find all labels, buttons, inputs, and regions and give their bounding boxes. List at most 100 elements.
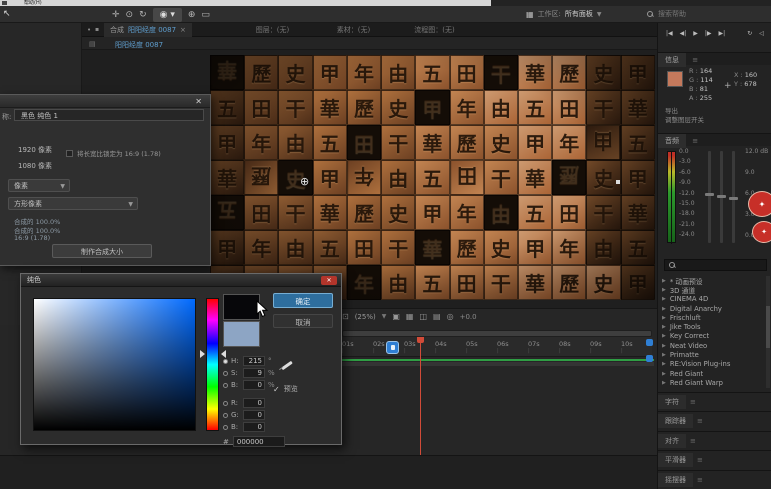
radio-icon[interactable]	[223, 383, 228, 388]
effects-category-8[interactable]: ▶Primatte	[662, 350, 768, 359]
audio-slider-knob[interactable]	[717, 195, 726, 198]
os-menu-item[interactable]: 帮助(H)	[24, 0, 42, 6]
panel-menu-icon[interactable]: ≡	[692, 56, 698, 64]
ok-button[interactable]: 确定	[273, 293, 333, 308]
effects-category-2[interactable]: ▶CINEMA 4D	[662, 295, 768, 304]
radio-icon[interactable]	[223, 401, 228, 406]
width-value[interactable]: 1920 像素	[18, 145, 52, 155]
loop-button[interactable]: ↻	[747, 30, 752, 37]
tab-other-1[interactable]: 素材：(无)	[313, 25, 394, 35]
effects-category-11[interactable]: ▶Red Giant Warp	[662, 378, 768, 387]
info-panel-header[interactable]: 信息 ≡	[658, 52, 771, 65]
green-field[interactable]: G: 0	[223, 410, 265, 420]
timeline-hscrollbar[interactable]	[342, 362, 654, 366]
make-comp-size-button[interactable]: 制作合成大小	[52, 244, 152, 258]
hue-slider-arrow[interactable]	[200, 350, 205, 358]
navigator-comp-name[interactable]: 阳阳经度 0087	[115, 40, 163, 50]
zoom-tool[interactable]: ⊙	[126, 9, 134, 21]
composition-marker-icon[interactable]	[386, 341, 399, 354]
audio-slider-knob[interactable]	[705, 193, 714, 196]
radio-icon[interactable]	[223, 371, 228, 376]
workspace-value[interactable]: 所有面板	[565, 9, 593, 19]
pixel-aspect-dropdown[interactable]: 方形像素▼	[8, 197, 138, 210]
audio-panel-header[interactable]: 音频 ≡	[658, 133, 771, 146]
hue-strip[interactable]	[206, 298, 219, 431]
safe-margins-icon[interactable]: ▣	[392, 312, 400, 321]
effects-category-7[interactable]: ▶Neat Video	[662, 341, 768, 350]
tab-composition[interactable]: 合成 阳阳经度 0087 ×	[104, 23, 192, 37]
close-icon[interactable]: ✕	[195, 97, 202, 106]
workspace-switcher[interactable]: ▦ 工作区: 所有面板 ▼	[526, 9, 602, 19]
red-field[interactable]: R: 0	[223, 398, 265, 408]
saturation-brightness-field[interactable]	[33, 298, 196, 431]
collapsed-panel-4[interactable]: 摇摆器≡	[658, 470, 771, 489]
checkbox-icon[interactable]	[66, 150, 73, 157]
close-icon[interactable]: ✕	[321, 276, 337, 285]
zoom-level[interactable]: (25%)	[355, 313, 376, 321]
audio-button[interactable]: ◁	[759, 30, 764, 37]
shape-tool[interactable]: ▭	[201, 9, 210, 21]
hex-field[interactable]: # 000000	[223, 436, 285, 447]
magnify-icon[interactable]: ⊡	[342, 312, 349, 321]
pan-behind-tool[interactable]: ⊕	[188, 9, 196, 21]
cancel-button[interactable]: 取消	[273, 314, 333, 328]
effects-category-3[interactable]: ▶Digital Anarchy	[662, 304, 768, 313]
effects-category-5[interactable]: ▶Jike Tools	[662, 322, 768, 331]
tab-other-0[interactable]: 图层：(无)	[232, 25, 313, 35]
next-frame-button[interactable]: |▶	[705, 30, 712, 37]
exposure-value[interactable]: +0.0	[460, 313, 477, 321]
height-value[interactable]: 1080 像素	[18, 161, 52, 171]
first-frame-button[interactable]: |◀	[666, 30, 673, 37]
blue-field[interactable]: B: 0	[223, 422, 265, 432]
collapsed-panel-1[interactable]: 跟踪器≡	[658, 411, 771, 430]
tab-other-2[interactable]: 流程图：(无)	[394, 25, 475, 35]
work-area-bar[interactable]	[342, 330, 652, 337]
resolution-icon[interactable]: ◎	[447, 312, 454, 321]
dialog-titlebar[interactable]: 纯色 ✕	[21, 274, 341, 287]
saturation-field[interactable]: S: 9 %	[223, 368, 275, 378]
current-time-indicator[interactable]	[420, 337, 421, 455]
hand-tool[interactable]: ✛	[112, 9, 120, 21]
close-icon[interactable]: ×	[180, 26, 186, 34]
hue-field[interactable]: H: 215 °	[223, 356, 272, 366]
effects-category-6[interactable]: ▶Key Correct	[662, 332, 768, 341]
chevron-down-icon[interactable]: ▼	[382, 313, 387, 320]
preview-checkbox[interactable]: ✓ 预览	[273, 384, 298, 394]
help-search-box[interactable]: 搜索帮助	[647, 9, 686, 19]
collapsed-panel-0[interactable]: 字符≡	[658, 392, 771, 411]
work-area-end-marker[interactable]	[646, 339, 653, 346]
grid-icon[interactable]: ▦	[406, 312, 414, 321]
camera-tool[interactable]: ◉ ▾	[153, 8, 182, 22]
audio-level-sliders[interactable]	[708, 151, 742, 243]
radio-icon[interactable]	[223, 413, 228, 418]
channel-icon[interactable]: ▤	[433, 312, 441, 321]
effects-search-box[interactable]	[664, 259, 767, 271]
eyedropper-icon[interactable]	[279, 358, 295, 374]
panel-menu-icon[interactable]: ≡	[692, 137, 698, 145]
radio-icon[interactable]	[223, 359, 228, 364]
mask-visibility-icon[interactable]: ◫	[419, 312, 427, 321]
rotate-tool[interactable]: ↻	[139, 9, 147, 21]
last-frame-button[interactable]: ▶|	[719, 30, 726, 37]
effects-category-0[interactable]: ▶* 动画预设	[662, 276, 768, 285]
collapsed-panel-2[interactable]: 对齐≡	[658, 431, 771, 450]
composition-viewport[interactable]: 華歷史甲年由五田干華歷史甲五田干華歷史甲年由五田干華甲年由五田干華歷史甲年由五華…	[210, 55, 655, 300]
prev-frame-button[interactable]: ◀|	[680, 30, 687, 37]
lock-aspect-checkbox[interactable]: 将长宽比锁定为 16:9 (1.78)	[66, 148, 161, 158]
radio-icon[interactable]	[223, 425, 228, 430]
effects-category-10[interactable]: ▶Red Giant	[662, 369, 768, 378]
effects-category-4[interactable]: ▶Frischluft	[662, 313, 768, 322]
play-button[interactable]: ▶	[693, 30, 698, 37]
anchor-point-icon[interactable]: ⊕	[300, 175, 309, 188]
brightness-field[interactable]: B: 0 %	[223, 380, 275, 390]
dialog-titlebar[interactable]: ✕	[0, 95, 210, 108]
solid-name-input[interactable]: 黑色 纯色 1	[14, 109, 204, 121]
layer-handle[interactable]	[616, 180, 620, 184]
selection-tool-icon[interactable]: ↖	[3, 9, 11, 19]
effects-scrollbar[interactable]	[766, 276, 770, 388]
audio-slider-knob[interactable]	[729, 197, 738, 200]
timeline-end-marker[interactable]	[646, 355, 653, 362]
effects-category-9[interactable]: ▶RE:Vision Plug-ins	[662, 360, 768, 369]
effects-category-1[interactable]: ▶3D 通道	[662, 285, 768, 294]
collapsed-panel-3[interactable]: 平滑器≡	[658, 450, 771, 469]
